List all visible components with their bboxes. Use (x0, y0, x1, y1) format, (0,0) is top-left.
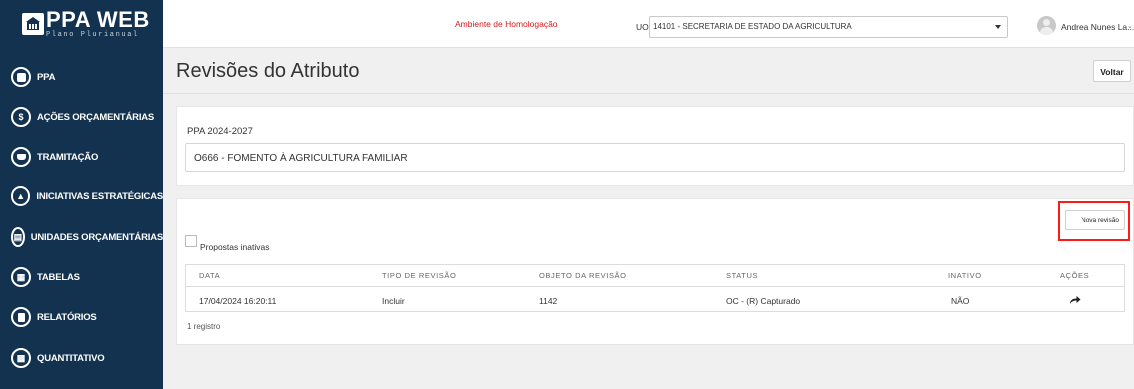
file-icon (11, 307, 31, 327)
divider (163, 93, 1134, 94)
inactive-proposals-label: Propostas inativas (200, 242, 270, 252)
user-name[interactable]: Andrea Nunes La... (1061, 22, 1134, 32)
sidebar-item-label: PPA (37, 71, 56, 83)
sidebar-item-relatorios[interactable]: RELATÓRIOS (0, 297, 163, 337)
app-name: PPA WEB (46, 7, 150, 32)
record-count: 1 registro (187, 322, 221, 331)
inactive-proposals-checkbox[interactable] (185, 235, 197, 247)
uo-select-value: 14101 - SECRETARIA DE ESTADO DA AGRICULT… (653, 22, 852, 31)
column-header-tipo[interactable]: TIPO DE REVISÃO (382, 271, 456, 280)
cell-objeto: 1142 (539, 296, 558, 306)
sitemap-icon: ▲ (11, 186, 31, 206)
dollar-icon: $ (11, 107, 31, 127)
sidebar-item-tramitacao[interactable]: TRAMITAÇÃO (0, 137, 163, 177)
app-subtitle: Plano Plurianual (46, 31, 139, 39)
table-header-divider (185, 286, 1125, 287)
user-avatar[interactable] (1037, 16, 1056, 35)
program-field: O666 - FOMENTO À AGRICULTURA FAMILIAR (185, 143, 1125, 172)
cell-inativo: NÃO (951, 296, 970, 306)
sidebar-item-label: TRAMITAÇÃO (37, 151, 99, 163)
share-arrow-icon[interactable] (1069, 295, 1081, 305)
uo-select[interactable]: 14101 - SECRETARIA DE ESTADO DA AGRICULT… (649, 16, 1008, 38)
sidebar-item-iniciativas-estrategicas[interactable]: ▲ INICIATIVAS ESTRATÉGICAS (0, 176, 163, 216)
sidebar-item-acoes-orcamentarias[interactable]: $ AÇÕES ORÇAMENTÁRIAS (0, 97, 163, 137)
revisions-table (185, 264, 1125, 312)
cell-tipo: Incluir (382, 296, 405, 306)
ppa-label: PPA 2024-2027 (187, 126, 253, 137)
column-header-status[interactable]: STATUS (726, 271, 758, 280)
app-logo[interactable]: PPA WEB Plano Plurianual (22, 7, 150, 39)
sidebar-item-quantitativo[interactable]: ▩ QUANTITATIVO (0, 338, 163, 378)
column-header-inativo[interactable]: INATIVO (948, 271, 982, 280)
new-revision-button[interactable]: Nova revisão (1065, 210, 1125, 230)
bank-icon: ▤ (11, 227, 25, 247)
sidebar-item-ppa[interactable]: PPA (0, 57, 163, 97)
program-name: O666 - FOMENTO À AGRICULTURA FAMILIAR (194, 153, 408, 164)
chart-icon: ▩ (11, 348, 31, 368)
environment-label: Ambiente de Homologação (455, 19, 558, 29)
column-header-objeto[interactable]: OBJETO DA REVISÃO (539, 271, 627, 280)
cell-status: OC - (R) Capturado (726, 296, 801, 306)
sidebar-item-label: TABELAS (37, 271, 80, 283)
sidebar-item-tabelas[interactable]: ▦ TABELAS (0, 257, 163, 297)
table-icon: ▦ (11, 267, 31, 287)
caret-down-icon (995, 25, 1001, 29)
column-header-acoes: AÇÕES (1060, 271, 1090, 280)
sidebar-item-label: INICIATIVAS ESTRATÉGICAS (36, 190, 163, 202)
sidebar-item-label: UNIDADES ORÇAMENTÁRIAS (30, 231, 164, 243)
page-title: Revisões do Atributo (176, 60, 360, 82)
inbox-icon (11, 147, 31, 167)
sidebar-item-label: QUANTITATIVO (37, 352, 105, 364)
cell-data: 17/04/2024 16:20:11 (199, 296, 277, 306)
back-button[interactable]: Voltar (1093, 60, 1131, 82)
chevron-down-icon[interactable]: ⌄ (1127, 22, 1133, 30)
sidebar-item-label: AÇÕES ORÇAMENTÁRIAS (37, 111, 155, 123)
sidebar: PPA WEB Plano Plurianual PPA $ AÇÕES ORÇ… (0, 0, 163, 389)
column-header-data[interactable]: DATA (199, 271, 220, 280)
new-revision-label: Nova revisão (1081, 216, 1119, 224)
sidebar-item-label: RELATÓRIOS (37, 311, 97, 323)
building-icon (22, 13, 44, 35)
book-icon (11, 67, 31, 87)
sidebar-item-unidades-orcamentarias[interactable]: ▤ UNIDADES ORÇAMENTÁRIAS (0, 217, 163, 257)
